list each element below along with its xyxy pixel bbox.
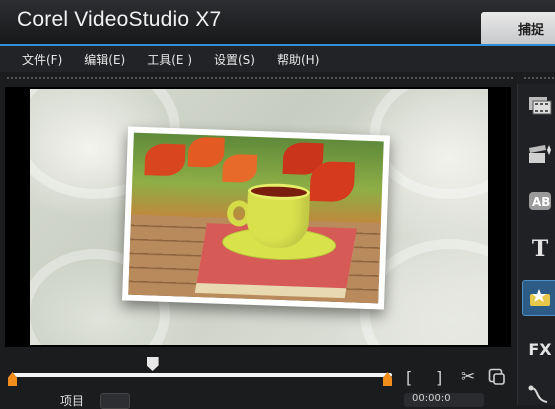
- library-sidebar: AB T FX: [517, 84, 555, 405]
- transition-icon[interactable]: AB: [526, 188, 554, 214]
- menu-tools[interactable]: 工具(E ): [147, 51, 192, 68]
- menu-file[interactable]: 文件(F): [22, 51, 62, 68]
- title-icon[interactable]: T: [526, 236, 554, 262]
- enlarge-icon[interactable]: [488, 368, 506, 389]
- play-button[interactable]: [100, 393, 130, 409]
- graphic-icon[interactable]: [522, 280, 555, 316]
- menu-help[interactable]: 帮助(H): [277, 51, 319, 68]
- mode-label-project[interactable]: 项目: [60, 392, 84, 409]
- preview-window[interactable]: [5, 87, 511, 347]
- leaf: [309, 160, 355, 203]
- photo-content: [128, 132, 384, 304]
- svg-text:AB: AB: [532, 195, 550, 209]
- scrub-track[interactable]: [12, 373, 392, 377]
- scissors-icon[interactable]: ✂: [461, 369, 475, 386]
- panel-grip-right[interactable]: [523, 76, 555, 80]
- title-bar: Corel VideoStudio X7 捕捉: [0, 0, 555, 44]
- panel-grip[interactable]: [6, 76, 514, 80]
- filter-icon[interactable]: FX: [526, 336, 554, 362]
- tab-capture[interactable]: 捕捉: [481, 12, 555, 44]
- preview-image: [30, 89, 488, 345]
- mark-in-button[interactable]: [: [406, 370, 412, 386]
- leaf: [144, 143, 186, 177]
- menu-edit[interactable]: 编辑(E): [84, 51, 125, 68]
- instant-project-icon[interactable]: [526, 142, 554, 168]
- mark-out-button[interactable]: ]: [436, 370, 442, 386]
- media-library-icon[interactable]: [526, 92, 554, 118]
- path-icon[interactable]: [526, 382, 554, 408]
- leaf: [187, 136, 225, 168]
- menu-settings[interactable]: 设置(S): [214, 51, 255, 68]
- app-title: Corel VideoStudio X7: [17, 8, 222, 31]
- photo-overlay: [122, 126, 390, 310]
- leaf: [222, 153, 258, 183]
- menu-bar: 文件(F) 编辑(E) 工具(E ) 设置(S) 帮助(H): [0, 46, 555, 72]
